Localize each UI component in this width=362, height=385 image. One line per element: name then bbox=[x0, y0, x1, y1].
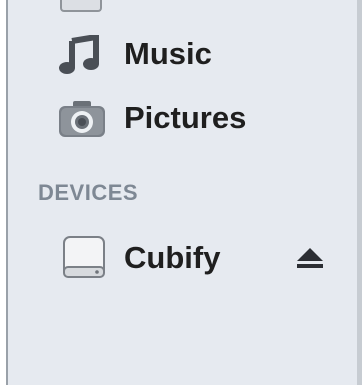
hard-drive-icon bbox=[63, 236, 105, 278]
sidebar-item-label: Cubify bbox=[124, 240, 221, 275]
eject-icon[interactable] bbox=[296, 246, 324, 270]
sidebar-item-cubify[interactable]: Cubify bbox=[62, 233, 220, 283]
sidebar-item-label: Pictures bbox=[124, 100, 247, 135]
window-left-edge bbox=[0, 0, 8, 385]
music-note-icon bbox=[59, 35, 99, 74]
section-header-devices: DEVICES bbox=[38, 180, 139, 205]
sidebar-item-music[interactable]: Music bbox=[58, 29, 212, 79]
partial-item-icon bbox=[60, 0, 102, 12]
camera-icon bbox=[59, 101, 105, 137]
window-right-edge bbox=[357, 0, 362, 385]
sidebar-item-label: Music bbox=[124, 36, 212, 71]
finder-sidebar: Music Pictures DEVICES Cubify bbox=[0, 0, 362, 385]
sidebar-item-pictures[interactable]: Pictures bbox=[58, 93, 246, 143]
